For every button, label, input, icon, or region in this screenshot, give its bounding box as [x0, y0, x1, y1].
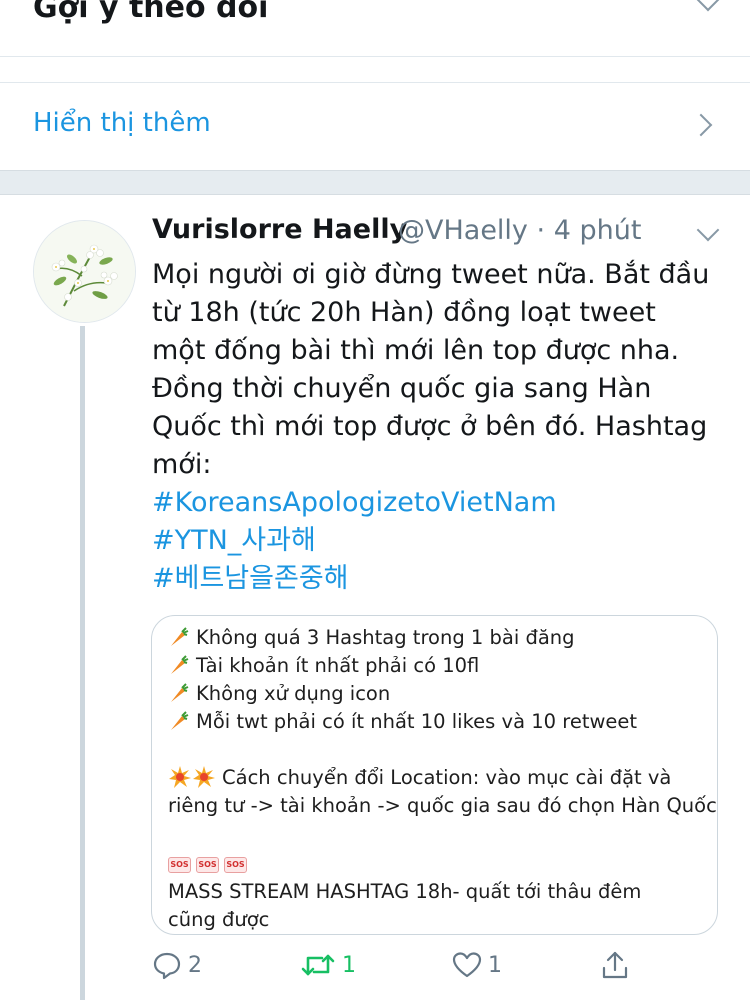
sos-icon: SOS — [196, 856, 219, 873]
tweet-text-line: mới: — [152, 449, 212, 480]
meta-separator: · — [536, 215, 546, 246]
tweet-text-line: Quốc thì mới top được ở bên đó. Hashtag — [152, 411, 708, 442]
collision-icon — [169, 766, 191, 788]
location-text: Cách chuyển đổi Location: vào mục cài đặ… — [222, 766, 672, 789]
tweet-timestamp[interactable]: 4 phút — [554, 215, 642, 246]
location-row: Cách chuyển đổi Location: vào mục cài đặ… — [168, 764, 708, 792]
tweet-text-line: Mọi người ơi giờ đừng tweet nữa. Bắt đầu — [152, 259, 710, 290]
author-name[interactable]: Vurislorre Haelly — [152, 214, 407, 245]
retweet-count: 1 — [342, 952, 356, 978]
rule-text: Tài khoản ít nhất phải có 10fl — [196, 654, 480, 677]
carrot-icon — [171, 655, 189, 674]
carrot-icon — [171, 627, 189, 646]
section-separator — [0, 170, 750, 195]
like-icon — [452, 952, 482, 978]
sos-icon: SOS — [168, 856, 191, 873]
like-button[interactable]: 1 — [452, 950, 502, 980]
hashtag-link[interactable]: #YTN_사과해 — [152, 522, 732, 560]
thread-line — [80, 326, 85, 1000]
like-count: 1 — [488, 952, 502, 978]
divider — [0, 56, 750, 57]
reply-button[interactable]: 2 — [152, 950, 202, 980]
chevron-down-icon — [696, 0, 720, 12]
reply-icon — [153, 952, 181, 980]
chevron-right-icon — [689, 113, 713, 137]
author-handle[interactable]: @VHaelly — [398, 215, 528, 246]
sos-icon: SOS — [224, 856, 247, 873]
retweet-icon — [301, 954, 335, 976]
retweet-button[interactable]: 1 — [300, 950, 356, 980]
rule-text: Mỗi twt phải có ít nhất 10 likes và 10 r… — [196, 710, 638, 733]
hashtag-link[interactable]: #KoreansApologizetoVietNam — [152, 484, 732, 522]
avatar[interactable] — [33, 220, 136, 323]
show-more-row[interactable]: Hiển thị thêm — [0, 83, 750, 169]
tweet-image-card[interactable]: Không quá 3 Hashtag trong 1 bài đăng Tài… — [151, 615, 718, 935]
share-icon — [602, 951, 628, 979]
carrot-icon — [171, 711, 189, 730]
show-more-link[interactable]: Hiển thị thêm — [33, 108, 211, 138]
stream-text-cont: cũng được — [168, 908, 270, 931]
blank-row — [168, 736, 708, 764]
section-menu-button[interactable] — [693, 0, 723, 18]
image-text-content: Không quá 3 Hashtag trong 1 bài đăng Tài… — [168, 624, 717, 934]
tweet-meta: @VHaelly · 4 phút — [398, 215, 641, 246]
share-button[interactable] — [600, 950, 630, 980]
rule-text: Không xử dụng icon — [196, 682, 391, 705]
stream-text: MASS STREAM HASHTAG 18h- quất tới thâu đ… — [168, 880, 642, 903]
tweet-text-line: từ 18h (tức 20h Hàn) đồng loạt tweet — [152, 297, 656, 328]
rule-row: Mỗi twt phải có ít nhất 10 likes và 10 r… — [168, 708, 708, 736]
rule-row: Không xử dụng icon — [168, 680, 708, 708]
sos-row: SOS SOS SOS — [168, 848, 708, 878]
tweet-text-line: một đống bài thì mới lên top được nha. — [152, 335, 680, 366]
collision-icon — [193, 766, 215, 788]
tweet-menu-button[interactable] — [693, 218, 723, 246]
rule-text: Không quá 3 Hashtag trong 1 bài đăng — [196, 626, 575, 649]
blank-row — [168, 820, 708, 848]
tweet-text-line: Đồng thời chuyển quốc gia sang Hàn — [152, 373, 652, 404]
location-text-cont: riêng tư -> tài khoản -> quốc gia sau đó… — [168, 794, 717, 817]
section-title: Gợi ý theo dõi — [33, 0, 269, 25]
flower-avatar-image — [34, 221, 135, 322]
tweet-text: Mọi người ơi giờ đừng tweet nữa. Bắt đầu… — [152, 256, 732, 598]
reply-count: 2 — [188, 952, 202, 978]
rule-row: Không quá 3 Hashtag trong 1 bài đăng — [168, 624, 708, 652]
hashtag-link[interactable]: #베트남을존중해 — [152, 560, 732, 598]
rule-row: Tài khoản ít nhất phải có 10fl — [168, 652, 708, 680]
chevron-down-icon — [696, 218, 720, 242]
carrot-icon — [171, 683, 189, 702]
